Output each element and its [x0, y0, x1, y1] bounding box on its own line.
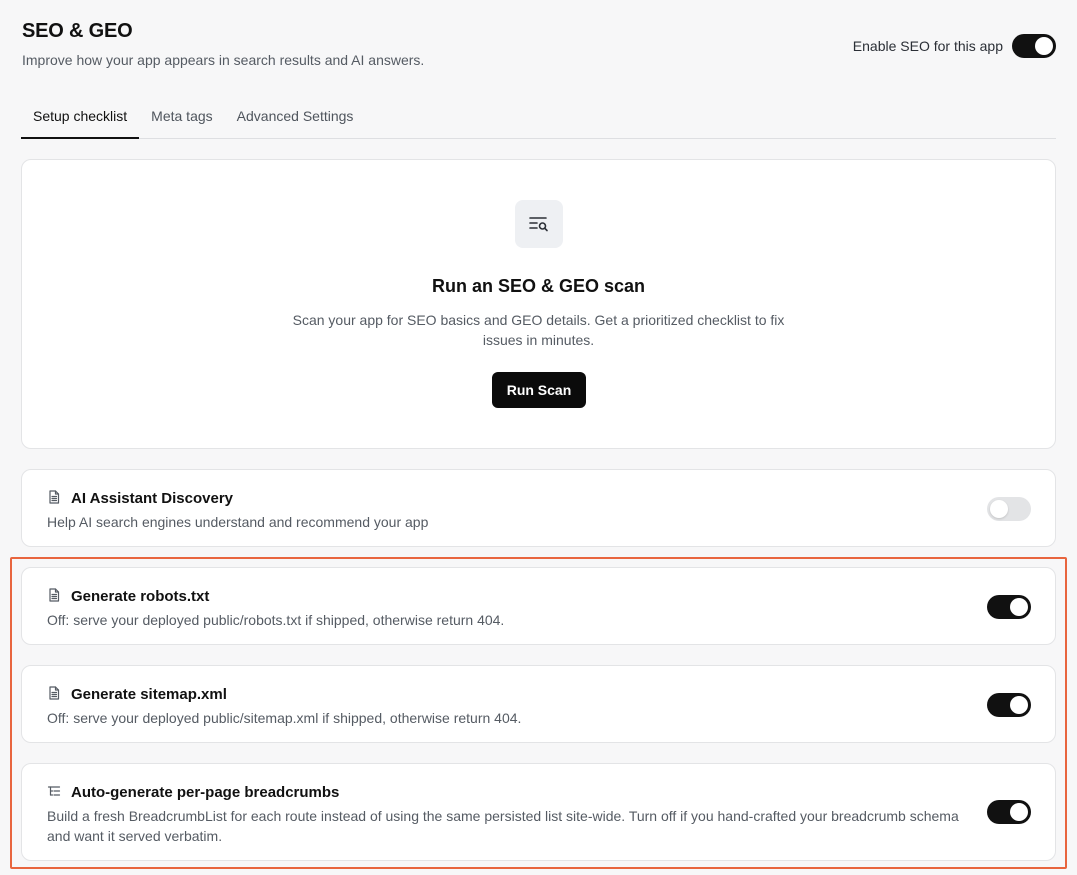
scan-card: Run an SEO & GEO scan Scan your app for … — [21, 159, 1056, 449]
enable-seo-control: Enable SEO for this app — [853, 34, 1056, 58]
toggle-knob — [1010, 803, 1028, 821]
auto-breadcrumbs-toggle[interactable] — [987, 800, 1031, 824]
search-list-icon — [515, 200, 563, 248]
scan-title: Run an SEO & GEO scan — [431, 276, 646, 296]
feature-title: Generate sitemap.xml — [71, 686, 227, 703]
feature-title: Auto-generate per-page breadcrumbs — [71, 784, 340, 801]
toggle-knob — [1035, 37, 1053, 55]
feature-description: Help AI search engines understand and re… — [47, 514, 429, 530]
ai-assistant-discovery-toggle[interactable] — [987, 497, 1031, 521]
enable-seo-toggle[interactable] — [1012, 34, 1056, 58]
toggle-knob — [1010, 696, 1028, 714]
tab-setup-checklist[interactable]: Setup checklist — [21, 103, 140, 139]
generate-sitemap-toggle[interactable] — [987, 693, 1031, 717]
list-tree-icon — [47, 786, 61, 796]
feature-title: AI Assistant Discovery — [71, 490, 234, 507]
feature-title: Generate robots.txt — [71, 588, 210, 605]
tab-advanced-settings[interactable]: Advanced Settings — [225, 103, 366, 139]
tab-meta-tags[interactable]: Meta tags — [139, 103, 224, 139]
document-icon — [49, 686, 60, 700]
document-icon — [49, 490, 60, 504]
enable-seo-label: Enable SEO for this app — [852, 38, 1003, 54]
scan-description-line: issues in minutes. — [482, 332, 595, 348]
scan-description-line: Scan your app for SEO basics and GEO det… — [292, 312, 785, 328]
document-icon — [49, 588, 60, 602]
tab-bar: Setup checklist Meta tags Advanced Setti… — [21, 103, 1056, 139]
page-header: SEO & GEO Improve how your app appears i… — [22, 20, 424, 68]
toggle-knob — [990, 500, 1008, 518]
generate-robots-toggle[interactable] — [987, 595, 1031, 619]
feature-ai-assistant-discovery: AI Assistant Discovery Help AI search en… — [21, 469, 1056, 547]
scan-description: Scan your app for SEO basics and GEO det… — [22, 310, 1055, 350]
feature-description: Build a fresh BreadcrumbList for each ro… — [47, 808, 959, 844]
toggle-knob — [1010, 598, 1028, 616]
run-scan-button[interactable]: Run Scan — [492, 372, 586, 408]
page-title: SEO & GEO — [22, 20, 133, 42]
feature-generate-robots: Generate robots.txt Off: serve your depl… — [21, 567, 1056, 645]
page-subtitle: Improve how your app appears in search r… — [22, 52, 425, 68]
feature-description: Off: serve your deployed public/robots.t… — [47, 612, 505, 628]
feature-auto-breadcrumbs: Auto-generate per-page breadcrumbs Build… — [21, 763, 1056, 861]
feature-description: Off: serve your deployed public/sitemap.… — [47, 710, 522, 726]
feature-generate-sitemap: Generate sitemap.xml Off: serve your dep… — [21, 665, 1056, 743]
